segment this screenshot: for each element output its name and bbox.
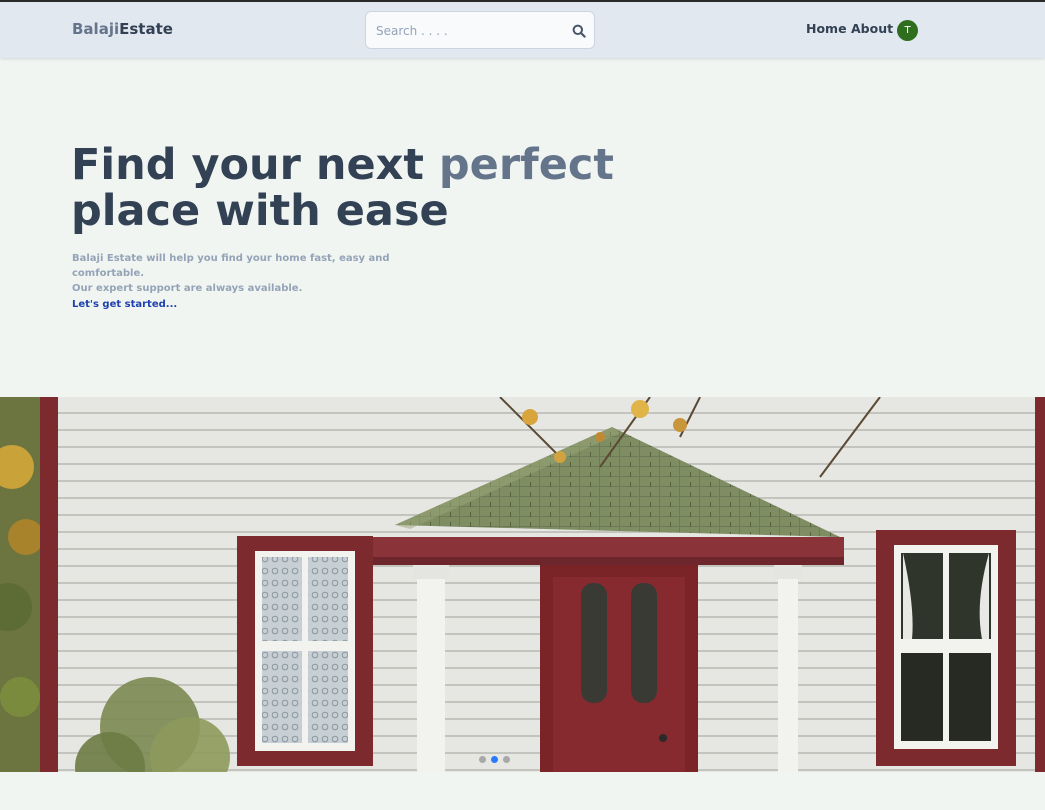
nav-link-about[interactable]: About	[851, 21, 893, 36]
user-avatar[interactable]: T	[897, 20, 918, 41]
carousel-dot-3[interactable]	[503, 756, 510, 763]
hero-title-accent: perfect	[438, 140, 614, 190]
hero-title-line2: place with ease	[71, 186, 449, 236]
logo-part-estate: Estate	[119, 20, 173, 38]
hero-title-part1: Find your next	[71, 140, 439, 190]
search-input[interactable]	[374, 21, 564, 41]
logo-part-balaji: Balaji	[72, 20, 120, 38]
image-carousel[interactable]	[0, 397, 1045, 772]
hero-description-line1: Balaji Estate will help you find your ho…	[72, 253, 390, 279]
house-photo	[0, 397, 1045, 772]
hero-description-line2: Our expert support are always available.	[72, 283, 303, 294]
carousel-dot-1[interactable]	[479, 756, 486, 763]
site-logo[interactable]: BalajiEstate	[72, 20, 173, 38]
hero-description: Balaji Estate will help you find your ho…	[72, 251, 432, 296]
page-bottom-area	[0, 772, 1045, 810]
search-form	[365, 11, 595, 49]
hero-title: Find your next perfect place with ease	[71, 142, 631, 234]
nav-link-home[interactable]: Home	[806, 21, 847, 36]
search-icon[interactable]	[572, 23, 586, 38]
carousel-dot-2[interactable]	[491, 756, 498, 763]
site-header: BalajiEstate Home About T	[0, 2, 1045, 58]
get-started-link[interactable]: Let's get started...	[72, 299, 177, 310]
